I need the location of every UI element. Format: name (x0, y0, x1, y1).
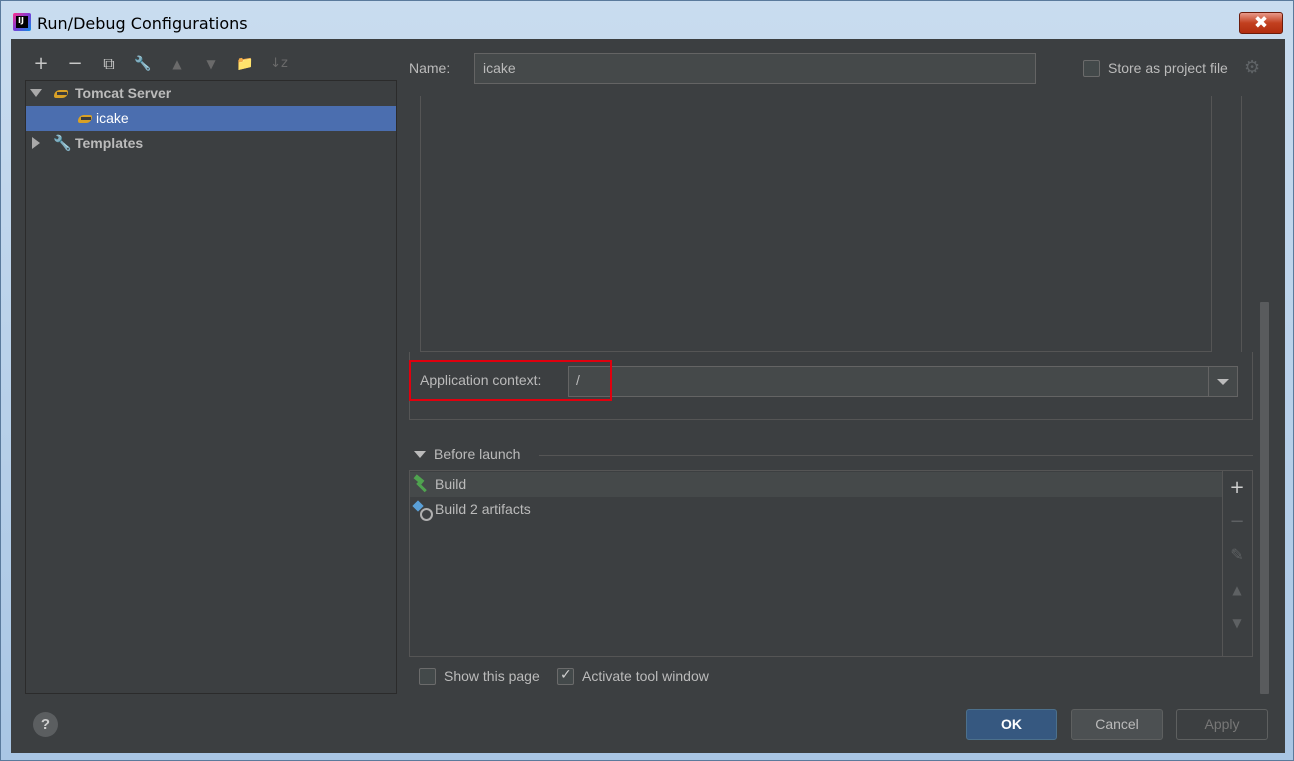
expand-arrow-icon[interactable] (30, 89, 42, 97)
cancel-button[interactable]: Cancel (1071, 709, 1163, 740)
edit-defaults-wrench-icon[interactable]: 🔧 (131, 52, 155, 76)
copy-configuration-button[interactable]: ⧉ (97, 52, 121, 76)
tree-item-label: icake (96, 110, 129, 126)
activate-tool-window-checkbox[interactable] (557, 667, 574, 685)
tomcat-icon (54, 88, 70, 100)
intellij-logo-icon: IJ (13, 13, 31, 31)
collapse-arrow-icon[interactable] (32, 137, 40, 149)
tomcat-icon (78, 113, 94, 125)
move-task-down-button[interactable]: ▼ (1225, 611, 1249, 635)
tree-item-tomcat-server[interactable]: Tomcat Server (26, 81, 396, 106)
window-title: Run/Debug Configurations (37, 14, 248, 33)
artifact-icon (413, 501, 433, 521)
add-configuration-button[interactable]: + (29, 52, 53, 76)
remove-task-button[interactable]: − (1225, 510, 1249, 534)
annotation-highlight-box (409, 360, 612, 401)
move-down-button[interactable]: ▼ (199, 52, 223, 76)
name-input[interactable]: icake (474, 53, 1036, 84)
activate-tool-window-label: Activate tool window (582, 668, 709, 684)
move-up-button[interactable]: ▲ (165, 52, 189, 76)
move-task-up-button[interactable]: ▲ (1225, 578, 1249, 602)
before-launch-title[interactable]: Before launch (434, 446, 520, 462)
store-as-project-file-checkbox[interactable] (1083, 60, 1100, 77)
list-item-label: Build 2 artifacts (435, 501, 531, 517)
remove-configuration-button[interactable]: − (63, 52, 87, 76)
apply-button[interactable]: Apply (1176, 709, 1268, 740)
close-button[interactable]: ✖ (1239, 12, 1283, 34)
store-as-project-file-label: Store as project file (1108, 60, 1228, 76)
tree-item-label: Templates (75, 135, 144, 151)
configurations-tree[interactable]: Tomcat Server icake 🔧 Templates (25, 80, 397, 694)
wrench-icon: 🔧 (53, 134, 72, 152)
application-context-combobox[interactable] (568, 366, 1238, 397)
tree-item-icake[interactable]: icake (26, 106, 396, 131)
show-this-page-checkbox[interactable] (419, 668, 436, 685)
hammer-icon (413, 476, 431, 492)
add-task-button[interactable]: + (1225, 476, 1249, 500)
tree-item-templates[interactable]: 🔧 Templates (26, 131, 396, 156)
divider (539, 455, 1253, 456)
divider (1241, 96, 1242, 352)
create-folder-button[interactable]: 📁 (233, 52, 257, 76)
run-debug-configurations-window: IJ Run/Debug Configurations ✖ + − ⧉ 🔧 ▲ … (0, 0, 1294, 761)
chevron-down-icon[interactable] (1208, 367, 1237, 396)
before-launch-list[interactable]: Build Build 2 artifacts (409, 470, 1223, 657)
dialog-content: + − ⧉ 🔧 ▲ ▼ 📁 ↓z Tomcat Server icake 🔧 T… (11, 39, 1285, 753)
deployment-list-area[interactable] (420, 96, 1212, 352)
name-label: Name: (409, 60, 451, 76)
before-launch-collapse-icon[interactable] (414, 451, 426, 458)
sort-button[interactable]: ↓z (267, 52, 291, 76)
show-this-page-label: Show this page (444, 668, 540, 684)
title-bar: IJ Run/Debug Configurations ✖ (1, 1, 1293, 39)
help-button[interactable]: ? (33, 712, 58, 737)
before-launch-item-build-artifacts[interactable]: Build 2 artifacts (410, 497, 1222, 522)
before-launch-item-build[interactable]: Build (410, 472, 1222, 497)
vertical-scrollbar[interactable] (1260, 302, 1269, 694)
gear-icon[interactable]: ⚙ (1244, 57, 1260, 78)
ok-button[interactable]: OK (966, 709, 1057, 740)
tree-item-label: Tomcat Server (75, 85, 172, 101)
edit-task-pencil-icon[interactable]: ✎ (1225, 543, 1249, 567)
list-item-label: Build (435, 476, 467, 492)
